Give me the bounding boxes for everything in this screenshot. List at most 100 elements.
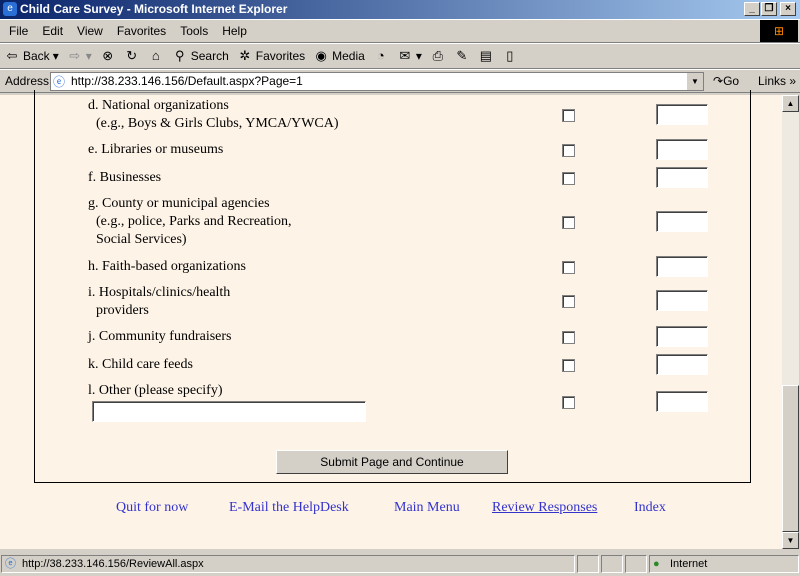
back-label: Back: [23, 49, 50, 63]
menu-favorites[interactable]: Favorites: [110, 20, 173, 42]
menu-help[interactable]: Help: [215, 20, 254, 42]
row-label-j: j. Community fundraisers: [88, 329, 232, 344]
review-responses-link[interactable]: Review Responses: [492, 500, 597, 516]
home-button[interactable]: ⌂: [144, 44, 168, 68]
messenger-icon: ▯: [506, 48, 514, 63]
maximize-button[interactable]: ❐: [761, 2, 777, 16]
checkbox-d[interactable]: [562, 109, 575, 122]
favorites-icon: ✲: [239, 48, 251, 63]
stop-icon: ⊗: [102, 48, 114, 63]
input-h[interactable]: [656, 256, 708, 277]
toolbar: ⇦ Back ▾ ⇨ ▾ ⊗ ↻ ⌂ ⚲ Search ✲ Favorites ◉ Med…: [0, 43, 800, 69]
input-i[interactable]: [656, 290, 708, 311]
refresh-button[interactable]: ↻: [120, 44, 144, 68]
row-label-i: i. Hospitals/clinics/health providers: [88, 285, 231, 318]
page-content: d. National organizations (e.g., Boys & G…: [0, 90, 782, 549]
status-url: http://38.233.146.156/ReviewAll.aspx: [22, 558, 204, 570]
print-icon: ⎙: [432, 48, 444, 63]
back-button[interactable]: ⇦ Back ▾: [0, 44, 63, 68]
window-title: Child Care Survey - Microsoft Internet E…: [20, 2, 288, 16]
home-icon: ⌂: [151, 48, 160, 63]
close-button[interactable]: ×: [780, 2, 796, 16]
submit-button[interactable]: Submit Page and Continue: [276, 450, 508, 474]
main-menu-link[interactable]: Main Menu: [394, 500, 460, 516]
forward-button[interactable]: ⇨ ▾: [63, 44, 96, 68]
search-button[interactable]: ⚲ Search: [168, 44, 233, 68]
media-label: Media: [332, 49, 365, 63]
messenger-button[interactable]: ▯: [498, 44, 522, 68]
zone-label: Internet: [670, 558, 708, 570]
checkbox-g[interactable]: [562, 216, 575, 229]
history-button[interactable]: ◔: [369, 44, 393, 68]
globe-icon: ●: [653, 558, 660, 570]
other-specify-input[interactable]: [92, 401, 366, 422]
input-j[interactable]: [656, 326, 708, 347]
menu-file[interactable]: File: [2, 20, 35, 42]
quit-link[interactable]: Quit for now: [116, 500, 188, 516]
windows-logo-icon: ⊞: [760, 20, 798, 42]
row-label-h: h. Faith-based organizations: [88, 259, 246, 274]
history-icon: ◔: [376, 48, 385, 63]
menu-edit[interactable]: Edit: [35, 20, 70, 42]
checkbox-l[interactable]: [562, 396, 575, 409]
scroll-down-button[interactable]: ▼: [782, 532, 799, 549]
menu-view[interactable]: View: [70, 20, 110, 42]
minimize-button[interactable]: _: [744, 2, 760, 16]
checkbox-i[interactable]: [562, 295, 575, 308]
checkbox-j[interactable]: [562, 331, 575, 344]
go-label: Go: [723, 74, 740, 88]
input-g[interactable]: [656, 211, 708, 232]
row-label-e: e. Libraries or museums: [88, 142, 224, 157]
checkbox-e[interactable]: [562, 144, 575, 157]
address-label: Address: [5, 74, 50, 88]
title-bar: Child Care Survey - Microsoft Internet E…: [0, 0, 800, 19]
scroll-thumb[interactable]: [782, 385, 799, 532]
ie-icon: e: [3, 2, 17, 16]
page-icon: ⓔ: [5, 558, 16, 570]
checkbox-h[interactable]: [562, 261, 575, 274]
forward-arrow-icon: ⇨: [69, 48, 81, 63]
go-button[interactable]: ↷Go: [713, 74, 739, 88]
row-label-d: d. National organizations (e.g., Boys & G…: [88, 98, 339, 131]
row-label-g: g. County or municipal agencies (e.g., po…: [88, 196, 292, 247]
favorites-label: Favorites: [255, 49, 306, 63]
address-input[interactable]: ⓔ http://38.233.146.156/Default.aspx?Page…: [50, 72, 704, 91]
vertical-scrollbar[interactable]: ▲ ▼: [782, 95, 799, 549]
input-d[interactable]: [656, 104, 708, 125]
input-l[interactable]: [656, 391, 708, 412]
mail-icon: ✉: [399, 48, 411, 63]
stop-button[interactable]: ⊗: [96, 44, 120, 68]
email-helpdesk-link[interactable]: E-Mail the HelpDesk: [229, 500, 349, 516]
row-label-l: l. Other (please specify): [88, 383, 223, 398]
media-button[interactable]: ◉ Media: [309, 44, 369, 68]
discuss-icon: ▤: [479, 48, 492, 63]
search-label: Search: [190, 49, 229, 63]
input-e[interactable]: [656, 139, 708, 160]
address-url: http://38.233.146.156/Default.aspx?Page=…: [71, 74, 303, 88]
status-bar: ⓔ http://38.233.146.156/ReviewAll.aspx ● I…: [0, 553, 800, 576]
media-icon: ◉: [315, 48, 327, 63]
menu-bar: File Edit View Favorites Tools Help: [0, 19, 800, 43]
back-arrow-icon: ⇦: [6, 48, 18, 63]
search-icon: ⚲: [174, 48, 185, 63]
refresh-icon: ↻: [126, 48, 138, 63]
page-icon: ⓔ: [53, 75, 66, 89]
favorites-button[interactable]: ✲ Favorites: [233, 44, 309, 68]
checkbox-k[interactable]: [562, 359, 575, 372]
index-link[interactable]: Index: [634, 500, 666, 516]
scroll-up-button[interactable]: ▲: [782, 95, 799, 112]
checkbox-f[interactable]: [562, 172, 575, 185]
input-k[interactable]: [656, 354, 708, 375]
input-f[interactable]: [656, 167, 708, 188]
row-label-f: f. Businesses: [88, 170, 162, 185]
row-label-k: k. Child care feeds: [88, 357, 193, 372]
links-label: Links: [758, 74, 787, 88]
print-button[interactable]: ⎙: [426, 44, 450, 68]
edit-icon: ✎: [456, 48, 468, 63]
menu-tools[interactable]: Tools: [173, 20, 215, 42]
edit-button[interactable]: ✎: [450, 44, 474, 68]
mail-button[interactable]: ✉ ▾: [393, 44, 426, 68]
address-dropdown[interactable]: ▼: [687, 73, 703, 90]
discuss-button[interactable]: ▤: [474, 44, 498, 68]
links-button[interactable]: Links »: [758, 74, 796, 88]
